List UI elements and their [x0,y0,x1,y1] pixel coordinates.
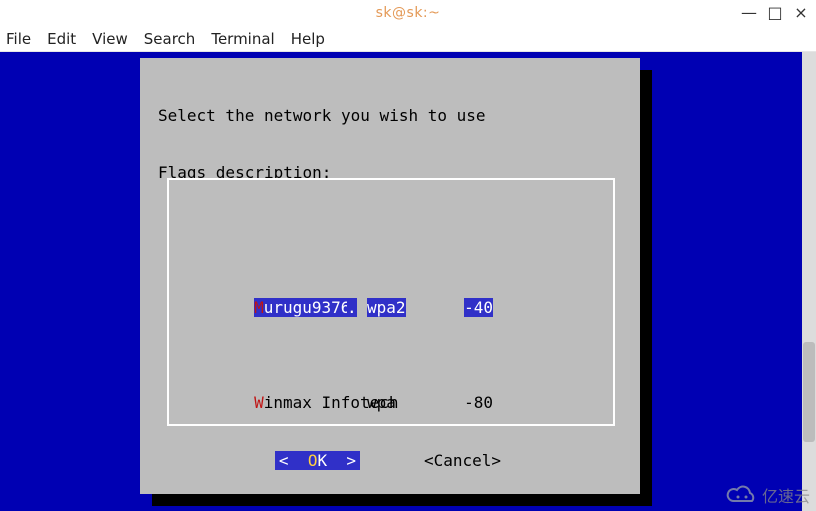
maximize-button[interactable]: □ [764,2,786,22]
menu-edit[interactable]: Edit [47,30,76,48]
network-name: urugu9376 [264,298,351,317]
scrollbar[interactable] [802,52,816,511]
network-security: wpa2 [367,298,406,317]
ok-button-prefix: < [279,451,308,470]
terminal-area: Select the network you wish to use Flags… [0,52,816,511]
window-titlebar: sk@sk:~ — □ × [0,0,816,26]
network-row-selected[interactable]: Murugu9376 . wpa2 -40 [177,298,605,317]
menu-search[interactable]: Search [144,30,196,48]
menu-file[interactable]: File [6,30,31,48]
menubar: File Edit View Search Terminal Help [0,26,816,52]
network-dialog: Select the network you wish to use Flags… [140,58,640,494]
dialog-heading: Select the network you wish to use [158,106,622,125]
network-flag: . [347,298,357,317]
network-hotkey: M [254,298,264,317]
network-list[interactable]: Murugu9376 . wpa2 -40 Winmax Infotech wp… [167,178,615,426]
window-title: sk@sk:~ [376,5,441,21]
minimize-button[interactable]: — [738,2,760,22]
network-hotkey: W [254,393,264,412]
network-list-inner: Murugu9376 . wpa2 -40 Winmax Infotech wp… [169,218,613,473]
network-flag [347,393,367,412]
window-controls: — □ × [738,2,812,22]
network-row[interactable]: Winmax Infotech wpa -80 [177,393,605,412]
menu-help[interactable]: Help [291,30,325,48]
menu-terminal[interactable]: Terminal [211,30,274,48]
ok-button-suffix: K > [317,451,356,470]
close-button[interactable]: × [790,2,812,22]
ok-button[interactable]: < OK > [275,451,360,470]
scrollbar-thumb[interactable] [803,342,815,442]
menu-view[interactable]: View [92,30,128,48]
cancel-button[interactable]: <Cancel> [420,451,505,470]
network-signal: -80 [453,393,493,412]
network-signal: -40 [464,298,493,317]
network-security: wpa [367,393,453,412]
dialog-buttons: < OK > <Cancel> [140,451,640,470]
